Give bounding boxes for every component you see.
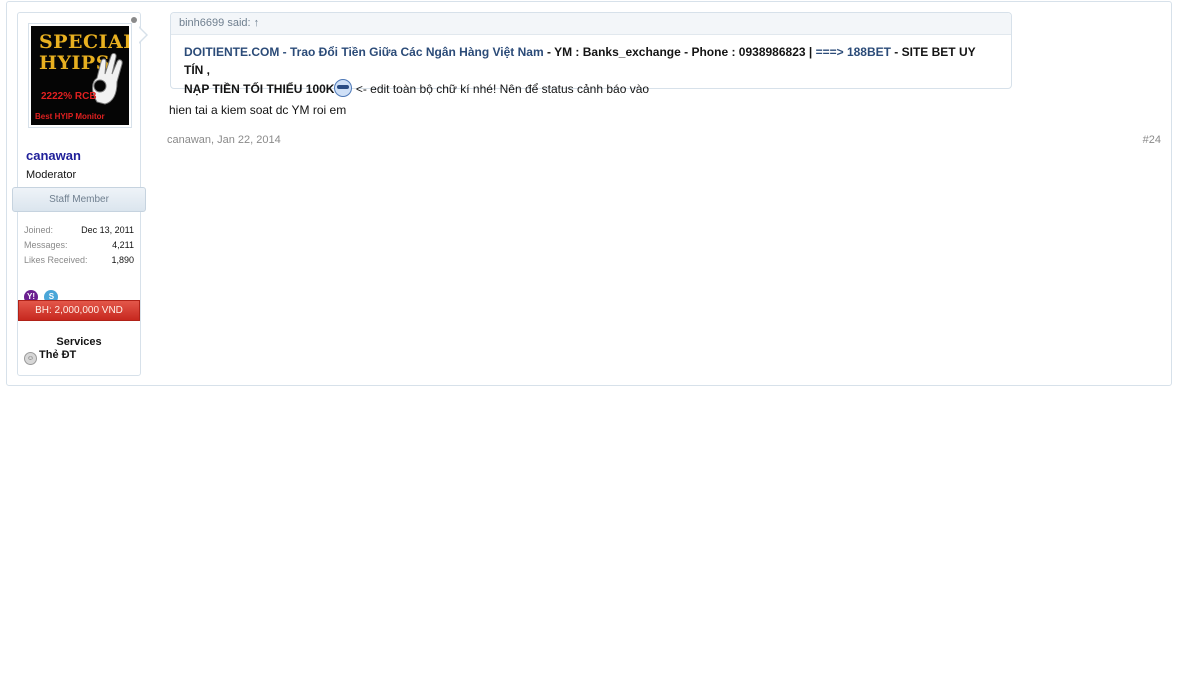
username-link[interactable]: canawan [26,148,81,163]
service-item-label: Thẻ ĐT [39,349,77,361]
stat-label: Likes Received: [24,255,88,265]
services-title: Services [56,336,102,348]
message-text: hien tai a kiem soat dc YM roi em [169,103,347,117]
quote-attribution-link[interactable]: binh6699 said: ↑ [179,17,259,29]
quote-block: binh6699 said: ↑ DOITIENTE.COM - Trao Đổ… [170,12,1012,97]
avatar-image[interactable]: SPECIAL HYIPS 2222% RCB Best HYIP Monito… [31,26,129,125]
quote-note-text: <- edit toàn bộ chữ kí nhé! Nên để statu… [352,82,650,96]
quote-link-188bet[interactable]: ===> 188BET [816,45,891,59]
stat-value[interactable]: 4,211 [112,240,134,250]
quote-link-doitiente[interactable]: DOITIENTE.COM - Trao Đổi Tiền Giữa Các N… [184,45,544,59]
quote-min-deposit-text: NẠP TIỀN TỐI THIỂU 100K [184,82,335,96]
quote-contact-text: YM : Banks_exchange - Phone : 0938986823… [554,45,816,59]
avatar-caption: Best HYIP Monitor [35,112,105,121]
stat-row-joined: Joined: Dec 13, 2011 [24,225,134,240]
message-arrow [138,26,148,44]
stat-label: Joined: [24,225,54,235]
post-author-date[interactable]: canawan, Jan 22, 2014 [167,134,281,146]
message-post: SPECIAL HYIPS 2222% RCB Best HYIP Monito… [6,1,1172,386]
user-stats: Joined: Dec 13, 2011 Messages: 4,211 Lik… [24,225,134,270]
avatar-percent-text: 2222% RCB [41,91,97,102]
cool-smiley-icon [334,79,353,97]
avatar-text-line1: SPECIAL [39,31,129,53]
stat-value: Dec 13, 2011 [81,225,134,235]
avatar[interactable]: SPECIAL HYIPS 2222% RCB Best HYIP Monito… [28,23,132,128]
stat-row-likes: Likes Received: 1,890 [24,255,134,270]
stat-label[interactable]: Messages: [24,240,68,250]
service-item: ☺ Thẻ ĐT [24,349,76,365]
user-title: Moderator [26,169,77,181]
quote-separator: - [543,45,555,59]
staff-member-banner: Staff Member [12,187,146,212]
post-permalink[interactable]: #24 [1143,134,1161,146]
quote-body: DOITIENTE.COM - Trao Đổi Tiền Giữa Các N… [171,35,1011,98]
quote-header: binh6699 said: ↑ [171,13,1011,35]
bh-badge: BH: 2,000,000 VND [18,300,140,321]
smiley-icon: ☺ [24,352,37,365]
stat-value: 1,890 [111,255,134,265]
stat-row-messages: Messages: 4,211 [24,240,134,255]
user-info-panel: SPECIAL HYIPS 2222% RCB Best HYIP Monito… [12,12,146,376]
